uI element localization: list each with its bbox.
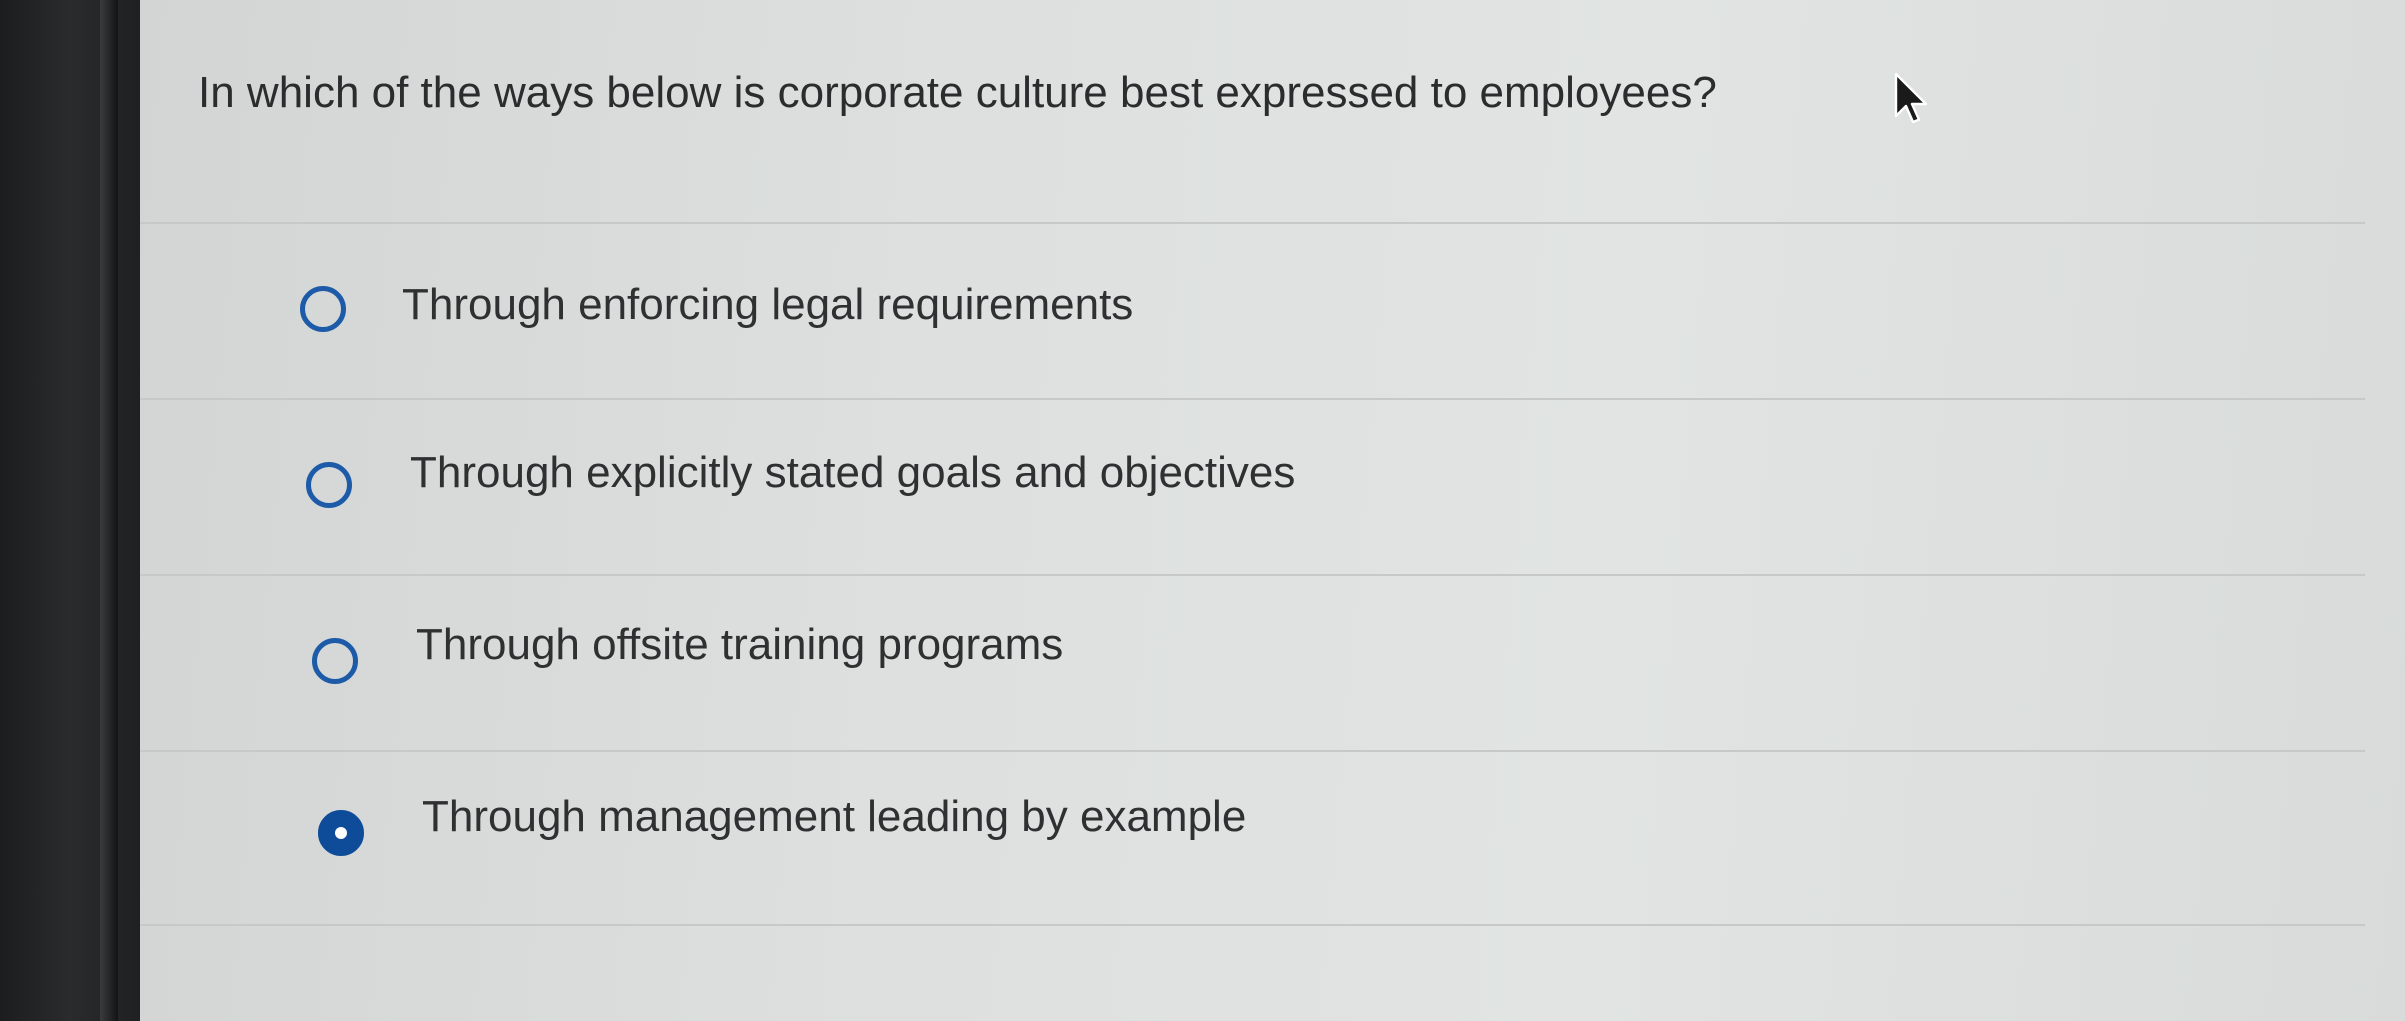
answer-option[interactable]: Through offsite training programs (140, 574, 2365, 750)
answer-option-label: Through explicitly stated goals and obje… (410, 448, 1296, 497)
answer-option[interactable]: Through enforcing legal requirements (140, 222, 2365, 398)
radio-button[interactable] (312, 638, 358, 684)
radio-button-selected[interactable] (318, 810, 364, 856)
answer-option[interactable]: Through explicitly stated goals and obje… (140, 398, 2365, 574)
answer-option-label: Through management leading by example (422, 792, 1247, 841)
quiz-screen: In which of the ways below is corporate … (140, 0, 2405, 1021)
answer-option[interactable]: Through management leading by example (140, 750, 2365, 926)
monitor-bezel-edge (100, 0, 118, 1021)
mouse-pointer-icon (1894, 72, 1928, 124)
question-text: In which of the ways below is corporate … (198, 68, 1717, 117)
answer-option-label: Through enforcing legal requirements (402, 280, 1134, 329)
radio-button[interactable] (306, 462, 352, 508)
radio-button[interactable] (300, 286, 346, 332)
answer-option-label: Through offsite training programs (416, 620, 1064, 669)
answer-options: Through enforcing legal requirements Thr… (140, 222, 2365, 926)
